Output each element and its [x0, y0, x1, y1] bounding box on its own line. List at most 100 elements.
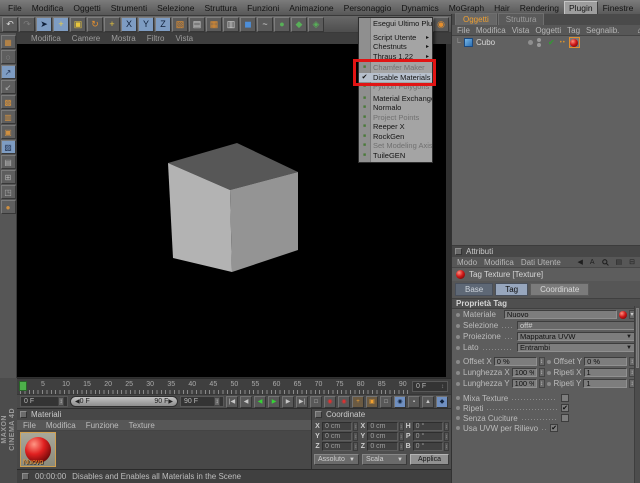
om-menu-modifica[interactable]: Modifica [476, 26, 506, 35]
axis-mode-button[interactable]: ↗ [0, 65, 16, 79]
mat-menu-modifica[interactable]: Modifica [46, 421, 76, 430]
enabled-check-icon[interactable]: ✔ [548, 38, 555, 47]
layout-icon[interactable]: ⊟ [629, 258, 635, 266]
deformers-button[interactable]: ◆ [291, 16, 307, 32]
usa-uvw-checkbox[interactable]: ✔ [550, 424, 559, 432]
environment-button[interactable]: ◈ [308, 16, 324, 32]
menu-item-project-points[interactable]: ■ Project Points [359, 113, 432, 123]
font-icon[interactable]: A [590, 259, 595, 266]
attributes-scrollbar[interactable] [634, 306, 640, 483]
frame-ruler[interactable]: 051015202530354045505560657075808590 [20, 380, 409, 394]
undo-icon[interactable]: ↶ [2, 16, 18, 32]
pos-x-field[interactable]: 0 cm [322, 422, 353, 431]
scale-tool[interactable]: ▣ [70, 16, 86, 32]
anim-dot[interactable] [456, 359, 460, 364]
menu-item-esegui-ultimo-plugin[interactable]: Esegui Ultimo Plugin [359, 19, 432, 29]
anim-dot[interactable] [546, 370, 551, 375]
edges-mode-button[interactable]: ▥ [0, 110, 16, 124]
material-thumbnail-nuovo[interactable]: Nuovo [20, 432, 56, 467]
range-start-field[interactable]: 0 F ↕ [20, 396, 68, 407]
move-tool[interactable]: + [53, 16, 69, 32]
menu-item-set-modeling-axis[interactable]: ■ Set Modeling Axis [359, 141, 432, 151]
lunghezza-x-field[interactable]: 100 % [511, 368, 537, 377]
slider-right-arrow-icon[interactable]: ▶ [168, 398, 173, 405]
material-preview-icon[interactable] [619, 310, 627, 319]
search-icon[interactable] [601, 258, 609, 266]
play-backward-button[interactable]: ◀ [254, 395, 266, 408]
lunghezza-y-field[interactable]: 100 % [511, 379, 537, 388]
applica-button[interactable]: Applica [410, 454, 449, 465]
pos-z-field[interactable]: 0 cm [322, 442, 353, 451]
lunghezza-x-spinner[interactable]: ↕ [538, 368, 545, 377]
offset-x-spinner[interactable]: ↕ [538, 357, 545, 366]
om-menu-tag[interactable]: Tag [567, 26, 580, 35]
ripeti-y-field[interactable]: 1 [583, 379, 627, 388]
anim-dot[interactable] [456, 370, 460, 375]
offset-x-field[interactable]: 0 % [493, 357, 537, 366]
coordinate-system-button[interactable]: ▧ [172, 16, 188, 32]
globe-icon[interactable]: ◉ [433, 16, 449, 32]
axis-x-button[interactable]: X [121, 16, 137, 32]
menu-strumenti[interactable]: Strumenti [106, 1, 152, 15]
panel-icon[interactable] [315, 411, 322, 418]
object-tree[interactable]: └ Cubo ✔ •• [452, 36, 640, 245]
anim-dot[interactable] [456, 406, 460, 410]
materiale-field[interactable]: Nuovo [503, 310, 617, 319]
panel-icon[interactable] [455, 248, 462, 255]
menu-item-material-exchanger[interactable]: ■ Material Exchanger [359, 94, 432, 104]
anim-dot[interactable] [456, 381, 460, 386]
menu-plugin[interactable]: Plugin [563, 0, 598, 15]
key-position-button[interactable]: + [352, 395, 364, 408]
pos-y-field[interactable]: 0 cm [322, 432, 353, 441]
menu-animazione[interactable]: Animazione [284, 1, 338, 15]
phong-tag-icon[interactable]: •• [560, 40, 566, 46]
mat-menu-file[interactable]: File [23, 421, 36, 430]
menu-funzioni[interactable]: Funzioni [242, 1, 284, 15]
anim-dot[interactable] [456, 312, 460, 317]
tab-tag[interactable]: Tag [495, 283, 529, 296]
points-mode-button[interactable]: ▩ [0, 95, 16, 109]
object-library-button[interactable]: ● [0, 200, 16, 214]
axis-lock-button[interactable]: ◳ [0, 185, 16, 199]
menu-dynamics[interactable]: Dynamics [396, 1, 443, 15]
last-tool-icon[interactable]: + [104, 16, 120, 32]
visibility-toggles[interactable] [537, 38, 542, 47]
lunghezza-y-spinner[interactable]: ↕ [538, 379, 545, 388]
vp-menu-mostra[interactable]: Mostra [111, 34, 135, 43]
redo-icon[interactable]: ↷ [19, 16, 35, 32]
mode-dropdown-assoluto[interactable]: Assoluto ▼ [314, 454, 359, 465]
menu-item-normalo[interactable]: ■ Normalo [359, 103, 432, 113]
make-editable-button[interactable]: ▦ [0, 35, 16, 49]
menu-finestre[interactable]: Finestre [598, 1, 639, 15]
workplane-mode-button[interactable]: ↙ [0, 80, 16, 94]
range-end-field[interactable]: 90 F ↕ [180, 396, 224, 407]
menu-item-chestnuts[interactable]: Chestnuts ▸ [359, 42, 432, 52]
axis-z-button[interactable]: Z [155, 16, 171, 32]
om-menu-segnalib[interactable]: Segnalib. [586, 26, 619, 35]
go-end-button[interactable]: ▶| [296, 395, 308, 408]
menu-item-rockgen[interactable]: ■ RockGen [359, 132, 432, 142]
menu-oggetti[interactable]: Oggetti [68, 1, 105, 15]
vp-menu-vista[interactable]: Vista [175, 34, 193, 43]
rot-h-field[interactable]: 0 ° [412, 422, 443, 431]
generators-button[interactable]: ● [274, 16, 290, 32]
key-parameter-button[interactable]: ◉ [394, 395, 406, 408]
selezione-field[interactable]: off# [517, 321, 635, 330]
menu-file[interactable]: File [3, 1, 27, 15]
proiezione-dropdown[interactable]: Mappatura UVW ▼ [517, 332, 635, 341]
model-mode-button[interactable]: ◌ [0, 50, 16, 64]
anim-dot[interactable] [546, 359, 551, 364]
om-menu-file[interactable]: File [457, 26, 470, 35]
texture-axis-mode-button[interactable]: ▤ [0, 155, 16, 169]
play-button[interactable]: ▶ [268, 395, 280, 408]
layer-dot[interactable] [528, 40, 533, 45]
solo-button[interactable]: ▲ [422, 395, 434, 408]
back-arrow-icon[interactable]: ◀ [577, 258, 582, 266]
autokey-button[interactable]: ◉ [324, 395, 336, 408]
vp-menu-modifica[interactable]: Modifica [31, 34, 61, 43]
playhead-marker[interactable] [19, 381, 27, 391]
anim-dot[interactable] [456, 323, 460, 328]
scale-z-field[interactable]: 0 cm [367, 442, 398, 451]
object-row-cubo[interactable]: └ Cubo ✔ •• [452, 36, 640, 49]
key-scale-button[interactable]: ▣ [366, 395, 378, 408]
